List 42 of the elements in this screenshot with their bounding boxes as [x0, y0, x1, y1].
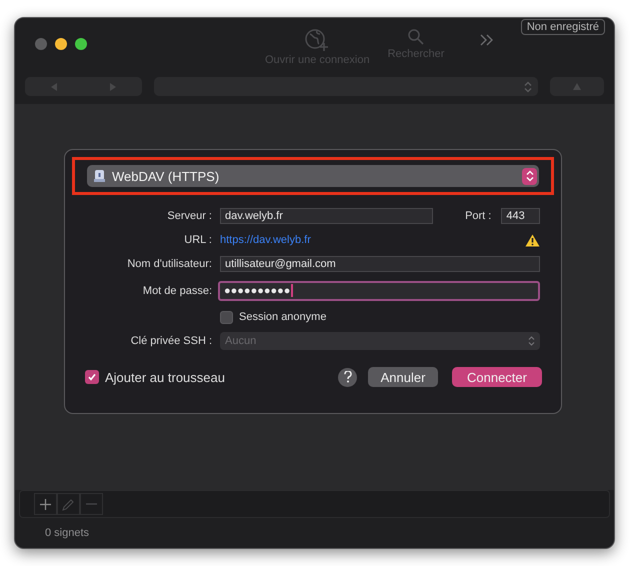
close-icon[interactable]: [35, 38, 47, 50]
help-button[interactable]: [338, 368, 357, 386]
protocol-popup[interactable]: WebDAV (HTTPS): [87, 165, 539, 187]
field-label: Port :: [464, 210, 492, 222]
question-icon: [344, 371, 352, 383]
drive-icon: [93, 169, 106, 183]
checkbox-label: Session anonyme: [239, 311, 326, 323]
url-link[interactable]: https://dav.welyb.fr: [220, 234, 311, 246]
bookmark-count: 0 signets: [45, 527, 90, 539]
field-label: Serveur :: [166, 210, 212, 222]
checkbox[interactable]: [220, 310, 233, 324]
cancel-button[interactable]: Annuler: [368, 367, 438, 387]
search-icon: [406, 28, 425, 46]
field-label: Clé privée SSH :: [130, 335, 212, 347]
username-field[interactable]: utillisateur@gmail.com: [220, 256, 540, 272]
unregistered-badge: Non enregistré: [520, 19, 605, 35]
field-label: URL :: [183, 234, 212, 246]
connect-button[interactable]: Connecter: [452, 367, 542, 387]
chevrons-icon[interactable]: [480, 34, 494, 46]
up-button[interactable]: [550, 77, 604, 96]
server-field[interactable]: dav.welyb.fr: [220, 208, 434, 224]
checkbox-label: Ajouter au trousseau: [105, 370, 225, 384]
remove-button[interactable]: [80, 493, 103, 515]
password-field[interactable]: ●●●●●●●●●●: [218, 280, 540, 300]
forward-icon[interactable]: [108, 82, 118, 92]
field-label: Mot de passe:: [142, 284, 212, 296]
up-icon: [572, 82, 582, 91]
back-forward-control[interactable]: [25, 77, 142, 96]
pencil-icon: [62, 498, 75, 510]
checkbox[interactable]: [85, 370, 99, 384]
zoom-icon[interactable]: [75, 38, 87, 50]
plus-icon: [40, 498, 51, 510]
stepper-icon: [526, 170, 534, 182]
field-label: Nom d'utilisateur:: [126, 258, 212, 270]
stepper-icon: [528, 336, 535, 346]
port-field[interactable]: 443: [501, 208, 540, 224]
stepper-icon: [524, 80, 532, 92]
back-icon[interactable]: [49, 82, 60, 92]
add-button[interactable]: [34, 493, 57, 515]
minimize-icon[interactable]: [55, 38, 67, 50]
minus-icon: [86, 503, 97, 505]
check-icon: [87, 372, 97, 382]
